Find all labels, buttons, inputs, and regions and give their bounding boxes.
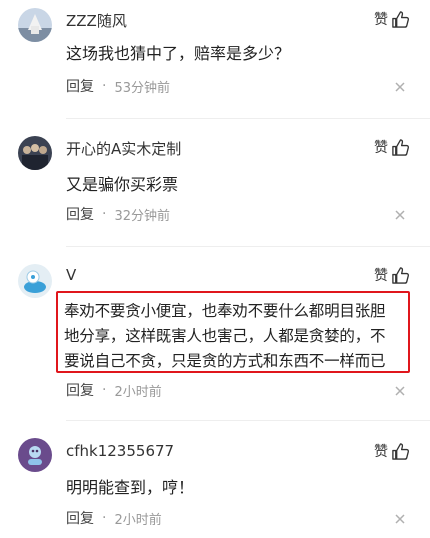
username[interactable]: 开心的A实木定制	[66, 138, 181, 159]
like-label: 赞	[374, 12, 388, 28]
more-options-icon[interactable]	[392, 511, 408, 527]
divider	[66, 420, 430, 421]
divider	[66, 118, 430, 119]
thumbs-up-icon	[392, 10, 410, 28]
like-button[interactable]: 赞	[374, 9, 410, 29]
more-options-icon[interactable]	[392, 79, 408, 95]
highlighted-comment-text: 奉劝不要贪小便宜，也奉劝不要什么都明目张胆 地分享，这样既害人也害己，人都是贪婪…	[56, 291, 410, 373]
comment-text: 又是骗你买彩票	[66, 175, 179, 194]
comment-meta: 回复 · 2小时前	[66, 508, 162, 528]
timestamp: 2小时前	[114, 384, 162, 400]
meta-separator: ·	[102, 78, 107, 94]
avatar[interactable]	[18, 264, 52, 298]
comment-text: 这场我也猜中了，赔率是多少？	[66, 44, 291, 63]
comment-meta: 回复 · 32分钟前	[66, 204, 170, 224]
avatar[interactable]	[18, 438, 52, 472]
meta-separator: ·	[102, 382, 107, 398]
like-label: 赞	[374, 140, 388, 156]
comment-text-line: 奉劝不要贪小便宜，也奉劝不要什么都明目张胆	[64, 302, 386, 320]
like-button[interactable]: 赞	[374, 265, 410, 285]
thumbs-up-icon	[392, 266, 410, 284]
comment-meta: 回复 · 2小时前	[66, 380, 162, 400]
comment-text-line: 要说自己不贪，只是贪的方式和东西不一样而已	[64, 352, 386, 370]
more-options-icon[interactable]	[392, 383, 408, 399]
reply-button[interactable]: 回复	[66, 508, 94, 528]
thumbs-up-icon	[392, 442, 410, 460]
reply-button[interactable]: 回复	[66, 76, 94, 96]
avatar[interactable]	[18, 136, 52, 170]
comment-meta: 回复 · 53分钟前	[66, 76, 170, 96]
meta-separator: ·	[102, 206, 107, 222]
like-label: 赞	[374, 444, 388, 460]
divider	[66, 246, 430, 247]
avatar[interactable]	[18, 8, 52, 42]
comment-text-line: 地分享，这样既害人也害己，人都是贪婪的，不	[64, 327, 386, 345]
like-button[interactable]: 赞	[374, 441, 410, 461]
meta-separator: ·	[102, 510, 107, 526]
thumbs-up-icon	[392, 138, 410, 156]
timestamp: 2小时前	[114, 512, 162, 528]
username[interactable]: V	[66, 266, 76, 284]
comment-text: 明明能查到，哼！	[66, 478, 195, 497]
like-label: 赞	[374, 268, 388, 284]
username[interactable]: ZZZ随风	[66, 10, 127, 31]
reply-button[interactable]: 回复	[66, 380, 94, 400]
more-options-icon[interactable]	[392, 207, 408, 223]
timestamp: 53分钟前	[114, 80, 170, 96]
like-button[interactable]: 赞	[374, 137, 410, 157]
username[interactable]: cfhk12355677	[66, 442, 174, 460]
reply-button[interactable]: 回复	[66, 204, 94, 224]
timestamp: 32分钟前	[114, 208, 170, 224]
